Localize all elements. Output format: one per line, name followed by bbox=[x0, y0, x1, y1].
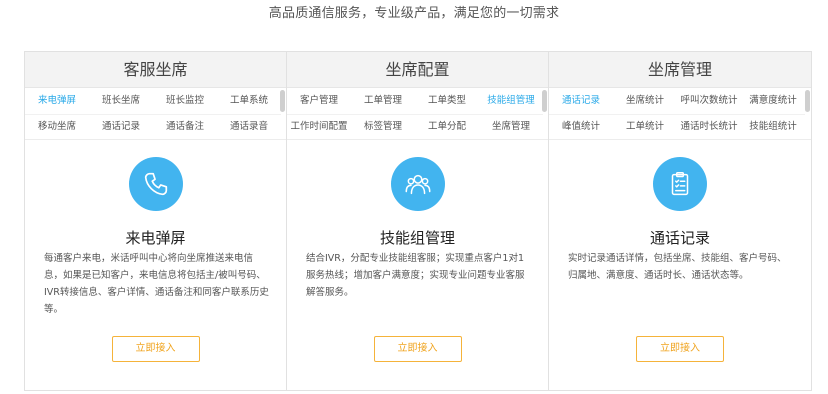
column-seat-config: 坐席配置 客户管理 工单管理 工单类型 技能组管理 工作时间配置 标签管理 工单… bbox=[287, 52, 549, 390]
tab-row-divider bbox=[549, 114, 805, 115]
tab-call-log[interactable]: 通话记录 bbox=[549, 88, 613, 114]
access-now-button[interactable]: 立即接入 bbox=[373, 336, 462, 362]
feature-card: 技能组管理 结合IVR，分配专业技能组客服；实现重点客户1对1服务热线；增加客户… bbox=[287, 140, 548, 390]
column-header: 坐席配置 bbox=[287, 52, 548, 88]
tab-customer-management[interactable]: 客户管理 bbox=[287, 88, 351, 114]
card-title: 技能组管理 bbox=[379, 229, 455, 247]
people-icon bbox=[390, 157, 445, 211]
tab-ticket-system[interactable]: 工单系统 bbox=[217, 88, 281, 114]
tab-satisfaction-stats[interactable]: 满意度统计 bbox=[741, 88, 805, 114]
column-customer-service-seat: 客服坐席 来电弹屏 班长坐席 班长监控 工单系统 移动坐席 通话记录 通话备注 … bbox=[25, 52, 287, 390]
tab-seat-stats[interactable]: 坐席统计 bbox=[613, 88, 677, 114]
phone-icon bbox=[128, 157, 183, 211]
tab-list: 通话记录 坐席统计 呼叫次数统计 满意度统计 峰值统计 工单统计 通话时长统计 … bbox=[549, 88, 811, 140]
access-now-button[interactable]: 立即接入 bbox=[111, 336, 200, 362]
tab-ticket-management[interactable]: 工单管理 bbox=[351, 88, 415, 114]
tab-call-notes[interactable]: 通话备注 bbox=[153, 114, 217, 139]
tab-incoming-popup[interactable]: 来电弹屏 bbox=[25, 88, 89, 114]
column-header: 客服坐席 bbox=[25, 52, 286, 88]
clipboard-icon bbox=[653, 157, 707, 211]
tab-seat-management[interactable]: 坐席管理 bbox=[479, 114, 543, 139]
tab-row-divider bbox=[25, 114, 281, 115]
tab-monitor-seat[interactable]: 班长坐席 bbox=[89, 88, 153, 114]
column-seat-management: 坐席管理 通话记录 坐席统计 呼叫次数统计 满意度统计 峰值统计 工单统计 通话… bbox=[549, 52, 811, 390]
tab-peak-stats[interactable]: 峰值统计 bbox=[549, 114, 613, 139]
tab-monitor-supervise[interactable]: 班长监控 bbox=[153, 88, 217, 114]
tab-skill-group-stats[interactable]: 技能组统计 bbox=[741, 114, 805, 139]
tab-mobile-seat[interactable]: 移动坐席 bbox=[25, 114, 89, 139]
tab-scrollbar[interactable] bbox=[542, 90, 547, 112]
access-now-button[interactable]: 立即接入 bbox=[636, 336, 724, 362]
tab-row-divider bbox=[287, 114, 543, 115]
column-header: 坐席管理 bbox=[549, 52, 811, 88]
tab-call-count-stats[interactable]: 呼叫次数统计 bbox=[677, 88, 741, 114]
card-description: 实时记录通话详情，包括坐席、技能组、客户号码、归属地、满意度、通话时长、通话状态… bbox=[568, 253, 787, 281]
feature-panels: 客服坐席 来电弹屏 班长坐席 班长监控 工单系统 移动坐席 通话记录 通话备注 … bbox=[24, 51, 812, 391]
feature-card: 通话记录 实时记录通话详情，包括坐席、技能组、客户号码、归属地、满意度、通话时长… bbox=[549, 140, 811, 390]
tab-call-log[interactable]: 通话记录 bbox=[89, 114, 153, 139]
tab-scrollbar[interactable] bbox=[805, 90, 810, 112]
card-title: 通话记录 bbox=[649, 229, 710, 247]
card-title: 来电弹屏 bbox=[125, 229, 186, 247]
tab-call-recording[interactable]: 通话录音 bbox=[217, 114, 281, 139]
tab-work-hours-config[interactable]: 工作时间配置 bbox=[287, 114, 351, 139]
tab-ticket-type[interactable]: 工单类型 bbox=[415, 88, 479, 114]
card-description: 结合IVR，分配专业技能组客服；实现重点客户1对1服务热线；增加客户满意度；实现… bbox=[306, 253, 525, 298]
tab-call-duration-stats[interactable]: 通话时长统计 bbox=[677, 114, 741, 139]
page-subtitle: 高品质通信服务，专业级产品，满足您的一切需求 bbox=[268, 6, 560, 21]
tab-tag-management[interactable]: 标签管理 bbox=[351, 114, 415, 139]
tab-list: 客户管理 工单管理 工单类型 技能组管理 工作时间配置 标签管理 工单分配 坐席… bbox=[287, 88, 548, 140]
tab-scrollbar[interactable] bbox=[280, 90, 285, 112]
tab-list: 来电弹屏 班长坐席 班长监控 工单系统 移动坐席 通话记录 通话备注 通话录音 bbox=[25, 88, 286, 140]
tab-ticket-stats[interactable]: 工单统计 bbox=[613, 114, 677, 139]
card-description: 每通客户来电，米话呼叫中心将向坐席推送来电信息，如果是已知客户，来电信息将包括主… bbox=[44, 253, 269, 315]
tab-ticket-assignment[interactable]: 工单分配 bbox=[415, 114, 479, 139]
feature-card: 来电弹屏 每通客户来电，米话呼叫中心将向坐席推送来电信息，如果是已知客户，来电信… bbox=[25, 140, 286, 390]
tab-skill-group-management[interactable]: 技能组管理 bbox=[479, 88, 543, 114]
